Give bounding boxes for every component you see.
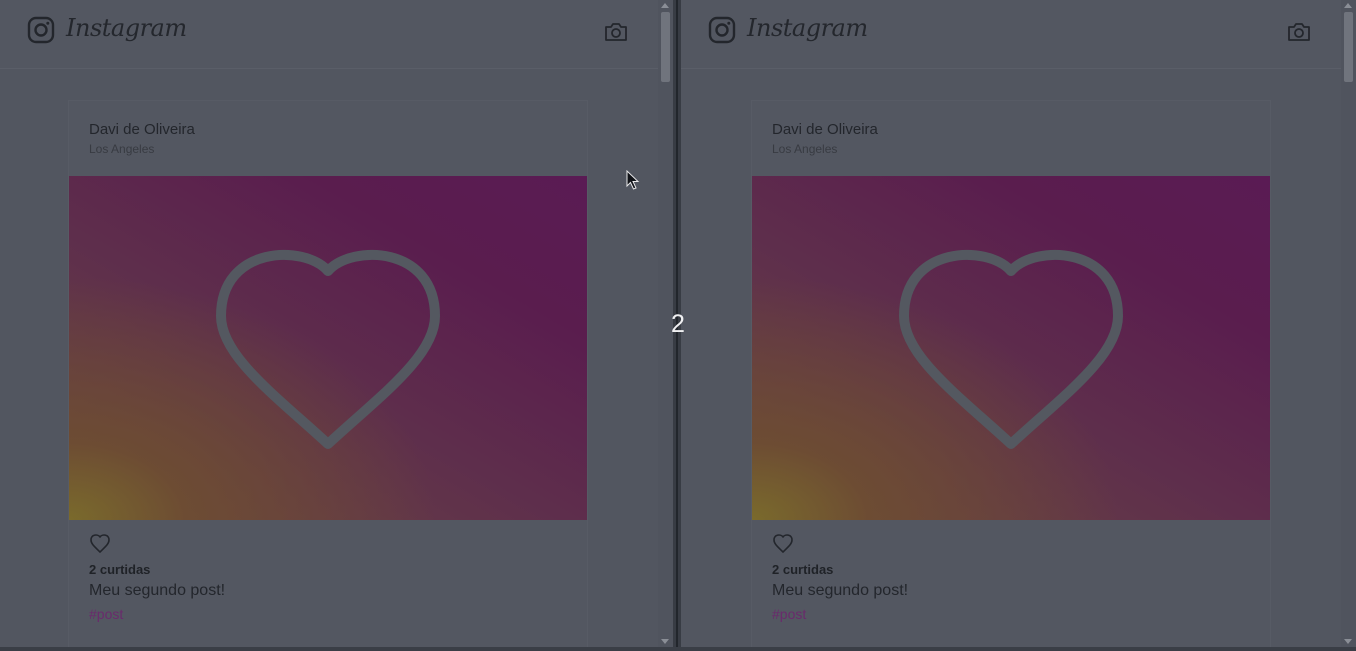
post-hashtag-link[interactable]: #post [89, 606, 123, 622]
heart-image-icon [899, 249, 1123, 449]
app-header: Instagram [0, 0, 658, 69]
post-image[interactable] [752, 176, 1270, 520]
scroll-up-arrow[interactable] [1344, 3, 1352, 8]
camera-icon[interactable] [603, 21, 629, 43]
instagram-glyph-icon[interactable] [708, 16, 736, 44]
heart-image-icon [216, 249, 440, 449]
scroll-down-arrow[interactable] [1344, 639, 1352, 644]
post-author[interactable]: Davi de Oliveira [89, 121, 195, 138]
left-browser-pane: Instagram Davi de Oliveira Los Angeles 2… [0, 0, 673, 647]
scroll-up-arrow[interactable] [661, 3, 669, 8]
post-author[interactable]: Davi de Oliveira [772, 121, 878, 138]
scroll-thumb[interactable] [1344, 12, 1353, 82]
likes-count: 2 curtidas [89, 562, 151, 577]
app-header: Instagram [681, 0, 1341, 69]
right-browser-pane: Instagram Davi de Oliveira Los Angeles 2… [681, 0, 1356, 647]
post-location: Los Angeles [772, 142, 838, 156]
camera-icon[interactable] [1286, 21, 1312, 43]
instagram-logo-text[interactable]: Instagram [66, 14, 187, 42]
post-caption: Meu segundo post! [772, 582, 909, 599]
step-number-label: 2 [671, 310, 685, 338]
post-card: Davi de Oliveira Los Angeles 2 curtidas … [68, 100, 588, 647]
post-image[interactable] [69, 176, 587, 520]
like-heart-icon[interactable] [89, 533, 111, 553]
instagram-glyph-icon[interactable] [27, 16, 55, 44]
vertical-scrollbar[interactable] [1341, 0, 1356, 647]
instagram-logo-text[interactable]: Instagram [747, 14, 868, 42]
window-bottom-edge [0, 647, 1356, 651]
mouse-cursor-icon [626, 170, 640, 190]
post-caption: Meu segundo post! [89, 582, 226, 599]
likes-count: 2 curtidas [772, 562, 834, 577]
like-heart-icon[interactable] [772, 533, 794, 553]
post-card: Davi de Oliveira Los Angeles 2 curtidas … [751, 100, 1271, 647]
scroll-thumb[interactable] [661, 12, 670, 82]
scroll-down-arrow[interactable] [661, 639, 669, 644]
post-hashtag-link[interactable]: #post [772, 606, 806, 622]
post-location: Los Angeles [89, 142, 155, 156]
